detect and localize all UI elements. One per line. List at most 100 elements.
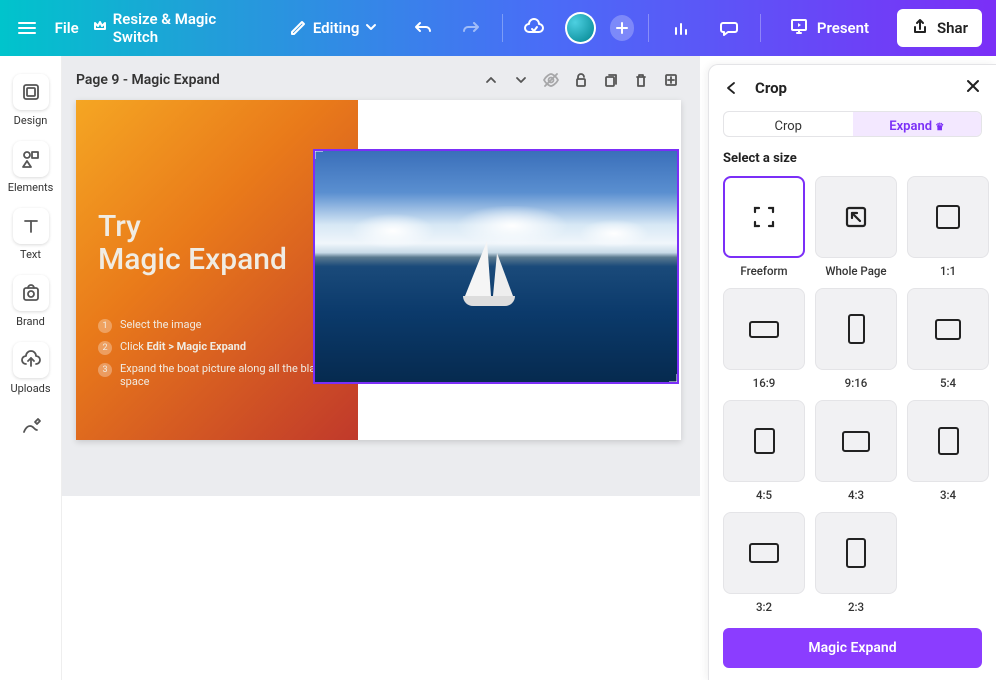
uploads-icon [13,342,49,378]
size-box [723,288,805,370]
magic-expand-button[interactable]: Magic Expand [723,628,982,668]
size-label: Freeform [740,264,787,278]
add-button[interactable] [610,15,635,41]
size-box [907,288,989,370]
present-icon [789,16,809,40]
rail-label: Brand [16,315,45,328]
size-option-2-3[interactable]: 2:3 [815,512,897,614]
visibility-button[interactable] [536,65,566,95]
rail-brand[interactable]: Brand [4,271,58,332]
aspect-shape [754,428,775,454]
chevron-down-icon [365,19,377,37]
rail-label: Uploads [10,382,50,395]
size-grid: FreeformWhole Page1:116:99:165:44:54:33:… [723,176,982,614]
size-option-3-2[interactable]: 3:2 [723,512,805,614]
page-header [76,66,686,94]
share-icon [911,17,929,39]
share-label: Shar [937,19,968,37]
rail-label: Text [20,248,41,261]
tab-label: Expand [889,119,932,134]
crop-handle-br[interactable] [665,370,679,384]
size-option-3-4[interactable]: 3:4 [907,400,989,502]
size-label: Whole Page [825,264,886,278]
size-option-4-5[interactable]: 4:5 [723,400,805,502]
cloud-sync-icon[interactable] [517,10,551,46]
step-text: Expand the boat picture along all the bl… [120,362,338,388]
menu-button[interactable] [14,14,41,42]
rail-draw[interactable] [4,405,58,449]
rail-uploads[interactable]: Uploads [4,338,58,399]
close-button[interactable] [964,77,982,99]
tab-crop[interactable]: Crop [724,112,853,136]
avatar[interactable] [565,12,596,44]
add-page-button[interactable] [656,65,686,95]
resize-menu[interactable]: Resize & Magic Switch [93,10,257,46]
divider [760,14,761,42]
slide-steps: 1 Select the image 2 Click Edit > Magic … [98,318,338,395]
size-label: 4:3 [848,488,864,502]
size-option-9-16[interactable]: 9:16 [815,288,897,390]
size-box [723,176,805,258]
present-label: Present [817,19,869,37]
page-down-button[interactable] [506,65,536,95]
tab-label: Crop [775,119,802,134]
size-label: 9:16 [845,376,868,390]
step-number: 1 [98,319,112,333]
panel-header: Crop [723,77,982,99]
size-box [907,400,989,482]
rail-design[interactable]: Design [4,70,58,131]
redo-button[interactable] [454,10,488,46]
brand-icon [13,275,49,311]
crop-handle-tl[interactable] [313,149,327,163]
size-option-freeform[interactable]: Freeform [723,176,805,278]
aspect-shape [842,431,870,452]
step-number: 2 [98,341,112,355]
rail-label: Elements [8,181,54,194]
delete-button[interactable] [626,65,656,95]
size-label: 3:4 [940,488,956,502]
size-box [723,512,805,594]
back-button[interactable] [723,79,745,97]
step-text: Select the image [120,318,202,331]
file-menu[interactable]: File [55,19,79,37]
crop-panel: Crop Crop Expand ♛ Select a size Freefor… [708,64,996,680]
divider [502,14,503,42]
heading-line: Try [98,210,287,243]
pencil-icon [289,17,307,39]
page-up-button[interactable] [476,65,506,95]
size-label: 16:9 [753,376,776,390]
size-option-wholepage[interactable]: Whole Page [815,176,897,278]
freeform-icon [751,204,777,230]
text-icon [13,208,49,244]
size-option-5-4[interactable]: 5:4 [907,288,989,390]
aspect-shape [938,427,959,455]
crop-expand-tabs: Crop Expand ♛ [723,111,982,137]
draw-icon [13,409,49,445]
size-option-16-9[interactable]: 16:9 [723,288,805,390]
analytics-button[interactable] [663,10,697,46]
aspect-shape [846,538,866,568]
editing-menu[interactable]: Editing [289,17,378,39]
undo-button[interactable] [405,10,439,46]
present-button[interactable]: Present [775,10,883,46]
size-label: 4:5 [756,488,772,502]
share-button[interactable]: Shar [897,9,982,47]
size-option-1-1[interactable]: 1:1 [907,176,989,278]
size-box [815,176,897,258]
step-row: 1 Select the image [98,318,338,333]
rail-text[interactable]: Text [4,204,58,265]
elements-icon [13,141,49,177]
size-label: 5:4 [940,376,956,390]
duplicate-button[interactable] [596,65,626,95]
design-icon [13,74,49,110]
comment-button[interactable] [712,10,746,46]
divider [648,14,649,42]
rail-elements[interactable]: Elements [4,137,58,198]
file-label: File [55,19,79,37]
page-title-input[interactable] [76,72,336,88]
size-option-4-3[interactable]: 4:3 [815,400,897,502]
lock-button[interactable] [566,65,596,95]
slide[interactable]: Try Magic Expand 1 Select the image 2 Cl… [76,100,681,440]
tab-expand[interactable]: Expand ♛ [853,112,982,136]
selected-image[interactable] [313,149,679,384]
